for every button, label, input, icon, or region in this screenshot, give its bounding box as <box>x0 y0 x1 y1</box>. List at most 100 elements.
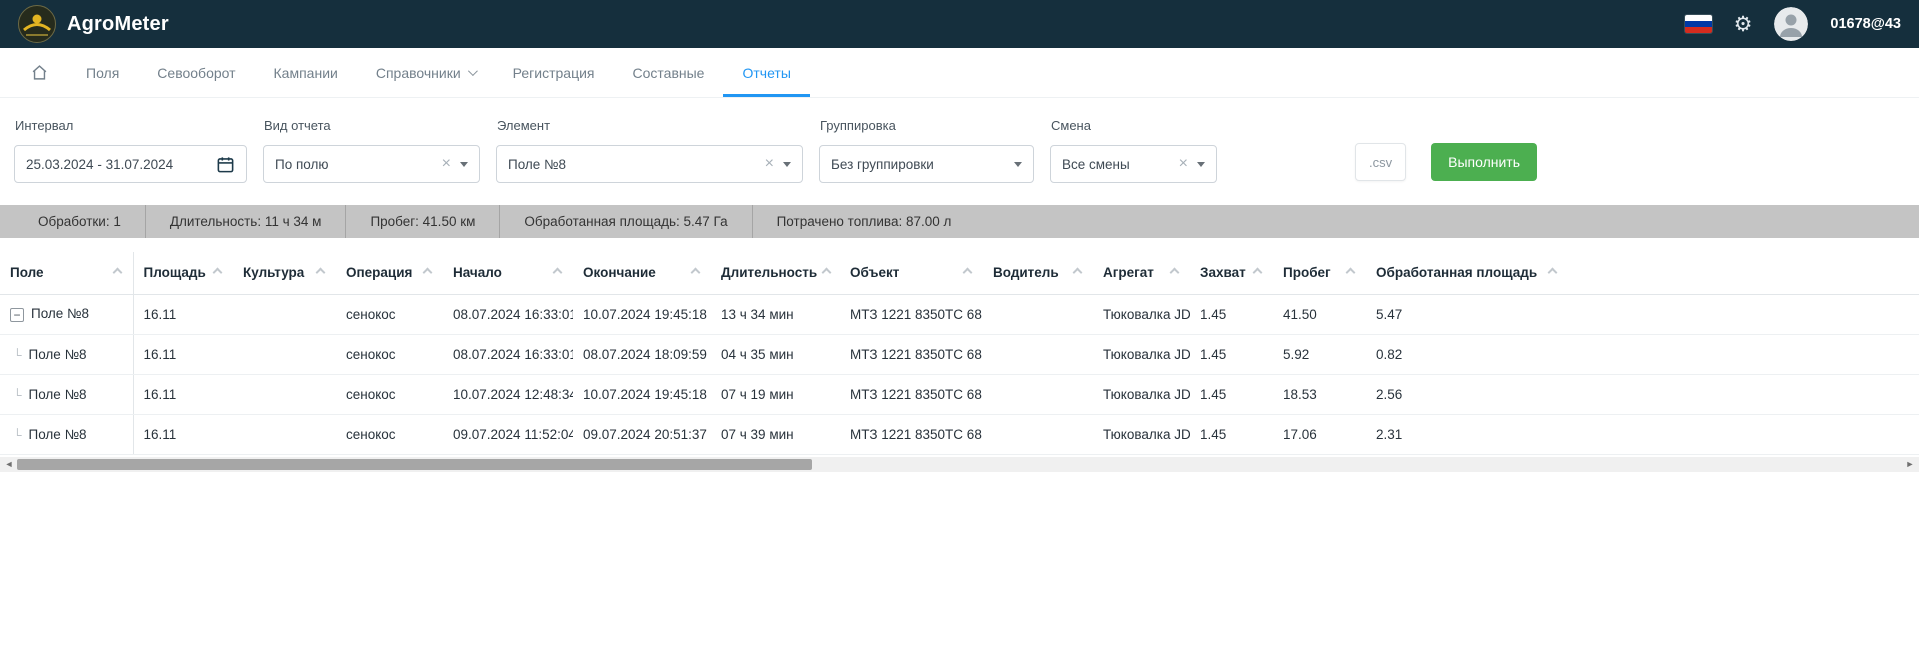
nav-item-reports[interactable]: Отчеты <box>723 48 809 97</box>
filter-label: Вид отчета <box>264 118 480 133</box>
shift-select[interactable]: Все смены × <box>1050 145 1217 183</box>
nav-home[interactable] <box>12 48 67 97</box>
report-table: Поле ПлощадьКультураОперацияНачало Окончан… <box>0 252 1919 455</box>
app-logo <box>18 5 56 43</box>
clear-icon[interactable]: × <box>765 156 774 172</box>
nav-item-registration[interactable]: Регистрация <box>494 48 614 97</box>
table-row[interactable]: └Поле №816.11сенокос08.07.2024 16:33:010… <box>0 334 1919 374</box>
csv-export-button[interactable]: .csv <box>1355 143 1406 181</box>
scrollbar-thumb[interactable] <box>17 459 812 470</box>
table-cell: сенокос <box>336 334 443 374</box>
table-cell: Тюковалка JD <box>1093 294 1190 334</box>
sort-icon <box>822 268 832 278</box>
nav-item-fields[interactable]: Поля <box>67 48 138 97</box>
avatar[interactable] <box>1774 7 1808 41</box>
table-cell: сенокос <box>336 414 443 454</box>
column-header-4[interactable]: Операция <box>336 252 443 294</box>
field-name: Поле №8 <box>29 347 87 362</box>
summary-bar: Обработки: 1 Длительность: 11 ч 34 м Про… <box>0 205 1919 238</box>
user-id: 01678@43 <box>1830 16 1901 32</box>
column-header-1[interactable]: Поле <box>0 252 133 294</box>
table-row[interactable]: └Поле №816.11сенокос09.07.2024 11:52:040… <box>0 414 1919 454</box>
run-report-button[interactable]: Выполнить <box>1431 143 1537 181</box>
table-cell: 5.47 <box>1366 294 1919 334</box>
clear-icon[interactable]: × <box>442 156 451 172</box>
filter-grouping: Группировка Без группировки <box>819 110 1034 183</box>
caret-down-icon <box>1197 162 1205 167</box>
table-cell: Тюковалка JD <box>1093 414 1190 454</box>
summary-item-fuel: Потрачено топлива: 87.00 л <box>753 205 976 238</box>
column-header-9[interactable]: Водитель <box>983 252 1093 294</box>
sort-icon <box>1253 268 1263 278</box>
scroll-left-icon[interactable]: ◄ <box>4 459 14 469</box>
column-header-7[interactable]: Длительность <box>711 252 840 294</box>
date-range-input[interactable]: 25.03.2024 - 31.07.2024 <box>14 145 247 183</box>
nav-item-label: Справочники <box>376 65 461 81</box>
sort-icon <box>963 268 973 278</box>
table-cell <box>983 374 1093 414</box>
column-header-5[interactable]: Начало <box>443 252 573 294</box>
column-label: Объект <box>850 265 899 280</box>
column-header-12[interactable]: Пробег <box>1273 252 1366 294</box>
table-cell: 16.11 <box>133 294 233 334</box>
field-name: Поле №8 <box>29 387 87 402</box>
sort-icon <box>112 268 122 278</box>
report-type-select[interactable]: По полю × <box>263 145 480 183</box>
table-cell: Тюковалка JD <box>1093 334 1190 374</box>
sort-icon <box>213 268 223 278</box>
horizontal-scrollbar[interactable]: ◄ ► <box>0 457 1919 472</box>
table-cell: 1.45 <box>1190 334 1273 374</box>
table-cell: сенокос <box>336 374 443 414</box>
caret-down-icon <box>783 162 791 167</box>
sort-icon <box>1548 268 1558 278</box>
column-header-2[interactable]: Площадь <box>133 252 233 294</box>
table-cell: 18.53 <box>1273 374 1366 414</box>
table-row[interactable]: └Поле №816.11сенокос10.07.2024 12:48:341… <box>0 374 1919 414</box>
column-label: Окончание <box>583 265 656 280</box>
report-type-value: По полю <box>275 157 434 172</box>
table-row[interactable]: −Поле №816.11сенокос08.07.2024 16:33:011… <box>0 294 1919 334</box>
table-cell: 08.07.2024 16:33:01 <box>443 294 573 334</box>
table-cell: 07 ч 19 мин <box>711 374 840 414</box>
collapse-icon[interactable]: − <box>10 308 24 322</box>
sort-icon <box>316 268 326 278</box>
column-header-10[interactable]: Агрегат <box>1093 252 1190 294</box>
table-cell <box>233 334 336 374</box>
nav-item-campaigns[interactable]: Кампании <box>255 48 357 97</box>
caret-down-icon <box>460 162 468 167</box>
sort-icon <box>423 268 433 278</box>
sort-icon <box>691 268 701 278</box>
column-header-11[interactable]: Захват <box>1190 252 1273 294</box>
table-cell: 0.82 <box>1366 334 1919 374</box>
grouping-select[interactable]: Без группировки <box>819 145 1034 183</box>
filters-panel: Интервал 25.03.2024 - 31.07.2024 Вид отч… <box>0 98 1919 205</box>
main-nav: Поля Севооборот Кампании Справочники Рег… <box>0 48 1919 98</box>
column-header-8[interactable]: Объект <box>840 252 983 294</box>
column-header-6[interactable]: Окончание <box>573 252 711 294</box>
table-cell: └Поле №8 <box>0 414 133 454</box>
table-cell <box>983 334 1093 374</box>
app-title: AgroMeter <box>67 13 169 36</box>
column-label: Пробег <box>1283 265 1331 280</box>
calendar-icon[interactable] <box>216 155 235 174</box>
clear-icon[interactable]: × <box>1179 156 1188 172</box>
element-select[interactable]: Поле №8 × <box>496 145 803 183</box>
column-header-3[interactable]: Культура <box>233 252 336 294</box>
shift-value: Все смены <box>1062 157 1171 172</box>
table-cell: 1.45 <box>1190 294 1273 334</box>
table-cell: МТЗ 1221 8350ТС 68 <box>840 414 983 454</box>
table-cell: 04 ч 35 мин <box>711 334 840 374</box>
nav-item-directories[interactable]: Справочники <box>357 48 494 97</box>
column-label: Поле <box>10 265 44 280</box>
scroll-right-icon[interactable]: ► <box>1905 459 1915 469</box>
filter-interval: Интервал 25.03.2024 - 31.07.2024 <box>14 110 247 183</box>
column-label: Длительность <box>721 265 817 280</box>
column-label: Захват <box>1200 265 1246 280</box>
nav-item-composite[interactable]: Составные <box>614 48 724 97</box>
tree-branch-icon: └ <box>13 388 22 402</box>
language-flag-icon[interactable] <box>1685 15 1712 33</box>
settings-gear-icon[interactable]: ⚙ <box>1734 14 1753 35</box>
nav-item-crop-rotation[interactable]: Севооборот <box>138 48 254 97</box>
column-header-13[interactable]: Обработанная площадь <box>1366 252 1919 294</box>
tree-branch-icon: └ <box>13 428 22 442</box>
